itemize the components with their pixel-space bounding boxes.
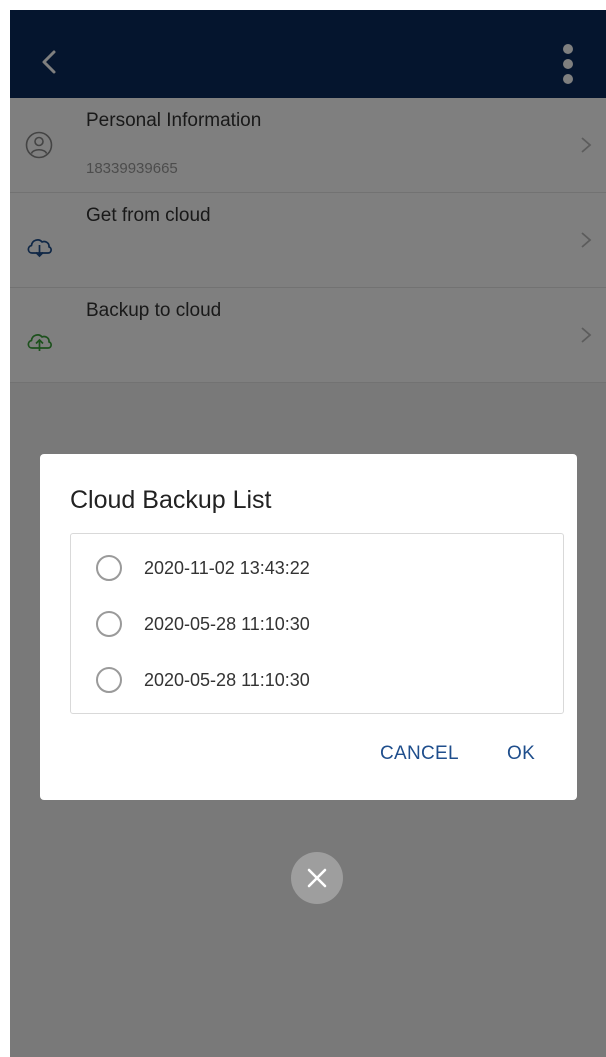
backup-timestamp: 2020-11-02 13:43:22: [144, 558, 310, 578]
backup-option[interactable]: 2020-05-28 11:10:30: [93, 660, 543, 700]
radio-button[interactable]: [96, 667, 122, 693]
backup-timestamp: 2020-05-28 11:10:30: [144, 670, 310, 690]
app-screen: Personal Information 18339939665 Get fro…: [10, 10, 606, 1057]
backup-timestamp: 2020-05-28 11:10:30: [144, 614, 310, 634]
radio-button[interactable]: [96, 611, 122, 637]
cloud-backup-dialog: Cloud Backup List 2020-11-02 13:43:22 20…: [40, 454, 577, 800]
cancel-button[interactable]: CANCEL: [380, 743, 459, 765]
close-icon: [307, 868, 327, 888]
dialog-title: Cloud Backup List: [70, 486, 272, 514]
backup-options-list: 2020-11-02 13:43:22 2020-05-28 11:10:30 …: [70, 533, 564, 714]
close-button[interactable]: [291, 852, 343, 904]
backup-option[interactable]: 2020-11-02 13:43:22: [93, 548, 543, 588]
radio-button[interactable]: [96, 555, 122, 581]
ok-button[interactable]: OK: [507, 743, 535, 765]
backup-option[interactable]: 2020-05-28 11:10:30: [93, 604, 543, 644]
